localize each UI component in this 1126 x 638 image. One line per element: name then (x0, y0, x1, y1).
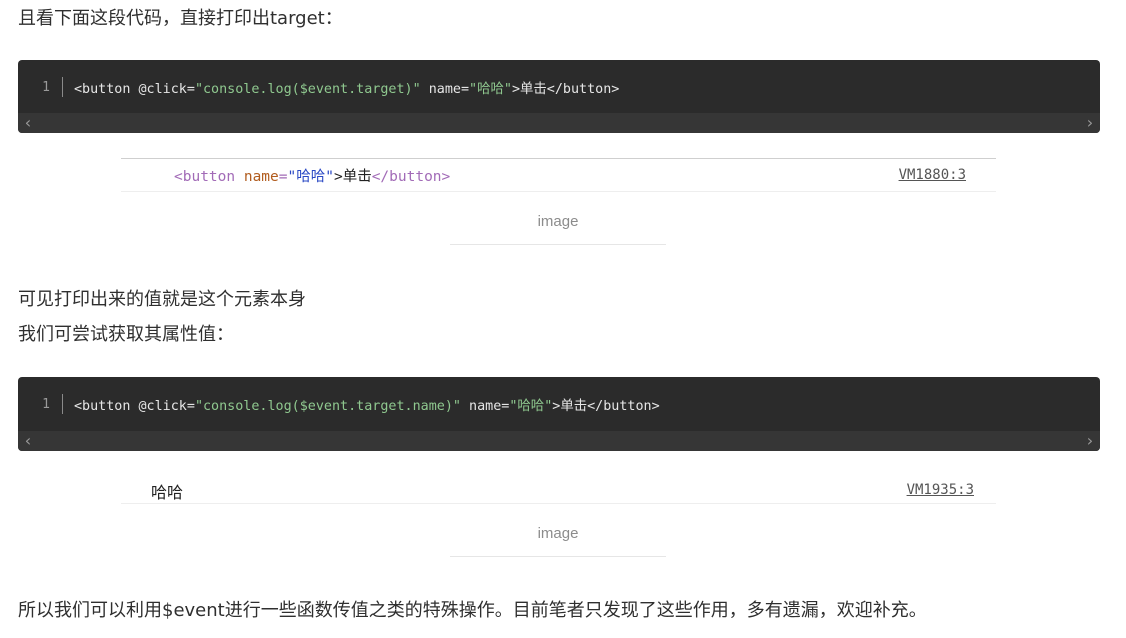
image-caption: image (450, 213, 666, 245)
console-text: >单击 (333, 169, 372, 185)
code-tag-open: <button (74, 82, 139, 97)
try-attr-paragraph: 我们可尝试获取其属性值： (18, 324, 234, 345)
chevron-right-icon[interactable]: › (1080, 113, 1100, 133)
result-paragraph: 可见打印出来的值就是这个元素本身 (18, 289, 306, 310)
line-number: 1 (42, 79, 50, 95)
code-line: 1 <button @click="console.log($event.tar… (18, 74, 1100, 100)
chevron-right-icon[interactable]: › (1080, 431, 1100, 451)
code-attr-click: @click= (138, 399, 195, 414)
console-tag-open: <button (174, 169, 236, 185)
code-string-click: "console.log($event.target.name)" (194, 399, 461, 414)
console-message: 哈哈 (151, 485, 184, 502)
code-line: 1 <button @click="console.log($event.tar… (18, 391, 1100, 417)
code-string-click: "console.log($event.target)" (194, 82, 421, 97)
console-output-2: 哈哈 VM1935:3 (121, 476, 996, 504)
conclusion-paragraph: 所以我们可以利用$event进行一些函数传值之类的特殊操作。目前笔者只发现了这些… (18, 600, 927, 621)
code-rest: >单击</button> (511, 82, 620, 97)
code-attr-name: name= (420, 82, 470, 97)
console-attr: name (235, 169, 279, 185)
gutter-divider (62, 394, 63, 414)
intro-paragraph: 且看下面这段代码，直接打印出target： (18, 8, 343, 29)
horizontal-scrollbar[interactable]: ‹ › (18, 431, 1100, 451)
code-block-1: 1 <button @click="console.log($event.tar… (18, 60, 1100, 133)
code-text: <button @click="console.log($event.targe… (74, 77, 619, 97)
code-block-2: 1 <button @click="console.log($event.tar… (18, 377, 1100, 451)
code-attr-name: name= (460, 399, 510, 414)
console-output-1: <button name="哈哈">单击</button> VM1880:3 (121, 158, 996, 192)
code-string-name: "哈哈" (469, 82, 512, 97)
code-attr-click: @click= (138, 82, 195, 97)
console-message: <button name="哈哈">单击</button> (174, 165, 450, 186)
console-source-link[interactable]: VM1935:3 (907, 482, 974, 498)
line-number: 1 (42, 396, 50, 412)
chevron-left-icon[interactable]: ‹ (18, 113, 38, 133)
gutter-divider (62, 77, 63, 97)
console-eq: = (278, 169, 288, 185)
code-tag-open: <button (74, 399, 139, 414)
code-rest: >单击</button> (552, 399, 660, 414)
console-value: "哈哈" (287, 169, 334, 185)
console-tag-close: </button> (371, 169, 451, 185)
console-source-link[interactable]: VM1880:3 (899, 167, 966, 183)
horizontal-scrollbar[interactable]: ‹ › (18, 113, 1100, 133)
image-caption: image (450, 525, 666, 557)
code-text: <button @click="console.log($event.targe… (74, 394, 660, 414)
chevron-left-icon[interactable]: ‹ (18, 431, 38, 451)
code-string-name: "哈哈" (509, 399, 553, 414)
